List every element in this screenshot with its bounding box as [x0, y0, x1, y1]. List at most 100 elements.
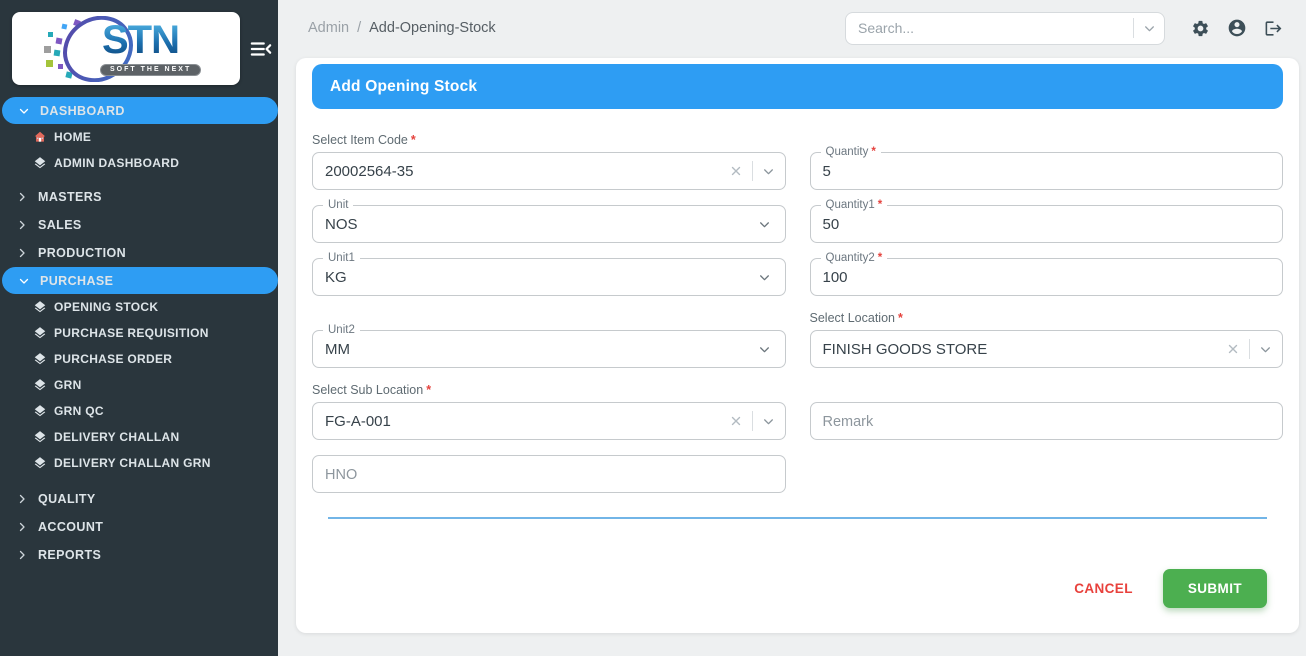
sidebar-item-label: MASTERS	[38, 190, 102, 204]
sidebar-item-account[interactable]: ACCOUNT	[0, 513, 278, 541]
sidebar-item-label: GRN	[54, 378, 82, 392]
top-bar: Admin / Add-Opening-Stock	[278, 0, 1306, 56]
chevron-down-icon[interactable]	[762, 415, 775, 428]
unit2-select[interactable]: Unit2	[312, 330, 786, 368]
sidebar-item-home[interactable]: HOME	[0, 124, 278, 150]
sidebar-item-dashboard[interactable]: DASHBOARD	[2, 97, 278, 124]
home-icon	[33, 130, 47, 144]
sidebar-item-grn-qc[interactable]: GRN QC	[0, 398, 278, 424]
sub-location-select[interactable]	[312, 402, 786, 440]
quantity1-label: Quantity1*	[821, 198, 888, 212]
quantity1-field[interactable]: Quantity1*	[810, 205, 1284, 243]
quantity-field[interactable]: Quantity*	[810, 152, 1284, 190]
sidebar-item-label: HOME	[54, 130, 91, 144]
chevron-down-icon[interactable]	[758, 271, 771, 284]
sidebar-item-grn[interactable]: GRN	[0, 372, 278, 398]
sidebar-item-reports[interactable]: REPORTS	[0, 541, 278, 569]
location-label: Select Location*	[810, 311, 1284, 325]
chevron-down-icon	[18, 105, 30, 117]
sidebar-item-purchase[interactable]: PURCHASE	[2, 267, 278, 294]
unit2-label: Unit2	[323, 323, 360, 337]
company-logo: STN SOFT THE NEXT	[12, 12, 240, 85]
divider	[752, 411, 753, 431]
location-select[interactable]	[810, 330, 1284, 368]
sidebar-item-label: SALES	[38, 218, 82, 232]
breadcrumb: Admin / Add-Opening-Stock	[308, 20, 496, 36]
search-input[interactable]	[846, 20, 1133, 36]
unit1-label: Unit1	[323, 251, 360, 265]
sidebar-item-opening-stock[interactable]: OPENING STOCK	[0, 294, 278, 320]
unit-select[interactable]: Unit	[312, 205, 786, 243]
chevron-down-icon[interactable]	[1259, 343, 1272, 356]
clear-icon[interactable]	[729, 164, 743, 178]
sidebar-item-sales[interactable]: SALES	[0, 211, 278, 239]
layers-icon	[33, 378, 47, 392]
sidebar-item-label: PURCHASE	[40, 274, 113, 288]
logo-tagline: SOFT THE NEXT	[100, 64, 201, 76]
sidebar: STN SOFT THE NEXT DASHBOARD HOME ADMIN D…	[0, 0, 278, 656]
settings-gear-icon[interactable]	[1191, 19, 1210, 38]
logo-graphic: STN SOFT THE NEXT	[40, 18, 230, 80]
sidebar-item-label: GRN QC	[54, 404, 104, 418]
location-input[interactable]	[811, 341, 1223, 358]
chevron-down-icon[interactable]	[758, 218, 771, 231]
unit1-select[interactable]: Unit1	[312, 258, 786, 296]
sidebar-item-purchase-order[interactable]: PURCHASE ORDER	[0, 346, 278, 372]
sidebar-item-label: PURCHASE REQUISITION	[54, 326, 209, 340]
clear-icon[interactable]	[1226, 342, 1240, 356]
quantity-label: Quantity*	[821, 145, 881, 159]
sidebar-item-label: OPENING STOCK	[54, 300, 158, 314]
item-code-label: Select Item Code*	[312, 133, 786, 147]
logout-icon[interactable]	[1264, 19, 1283, 38]
layers-icon	[33, 456, 47, 470]
remark-input[interactable]	[811, 413, 1273, 430]
quantity2-label: Quantity2*	[821, 251, 888, 265]
sub-location-input[interactable]	[313, 413, 725, 430]
sidebar-item-quality[interactable]: QUALITY	[0, 485, 278, 513]
topbar-actions	[1191, 18, 1283, 38]
sidebar-item-label: DELIVERY CHALLAN GRN	[54, 456, 211, 470]
sidebar-item-production[interactable]: PRODUCTION	[0, 239, 278, 267]
chevron-right-icon	[16, 247, 28, 259]
quantity2-input[interactable]	[811, 269, 1273, 286]
sidebar-item-delivery-challan-grn[interactable]: DELIVERY CHALLAN GRN	[0, 450, 278, 476]
remark-field[interactable]	[810, 402, 1284, 440]
chevron-down-icon[interactable]	[758, 343, 771, 356]
sidebar-item-admin-dashboard[interactable]: ADMIN DASHBOARD	[0, 150, 278, 176]
item-code-input[interactable]	[313, 163, 725, 180]
unit1-input[interactable]	[313, 269, 758, 286]
chevron-right-icon	[16, 219, 28, 231]
unit2-input[interactable]	[313, 341, 758, 358]
breadcrumb-separator: /	[357, 20, 361, 36]
unit-input[interactable]	[313, 216, 758, 233]
item-code-select[interactable]	[312, 152, 786, 190]
cancel-button[interactable]: CANCEL	[1056, 571, 1151, 606]
hno-field[interactable]	[312, 455, 786, 493]
chevron-down-icon[interactable]	[1134, 22, 1164, 35]
chevron-right-icon	[16, 549, 28, 561]
account-user-icon[interactable]	[1227, 18, 1247, 38]
chevron-down-icon	[18, 275, 30, 287]
quantity1-input[interactable]	[811, 216, 1273, 233]
breadcrumb-section[interactable]: Admin	[308, 20, 349, 36]
layers-icon	[33, 300, 47, 314]
submit-button[interactable]: SUBMIT	[1163, 569, 1267, 608]
sidebar-item-label: DASHBOARD	[40, 104, 125, 118]
sidebar-nav: DASHBOARD HOME ADMIN DASHBOARD MASTERS S…	[0, 97, 278, 656]
sidebar-header: STN SOFT THE NEXT	[0, 0, 278, 97]
quantity2-field[interactable]: Quantity2*	[810, 258, 1284, 296]
chevron-down-icon[interactable]	[762, 165, 775, 178]
sidebar-item-masters[interactable]: MASTERS	[0, 183, 278, 211]
layers-icon	[33, 352, 47, 366]
quantity-input[interactable]	[811, 163, 1273, 180]
sidebar-item-delivery-challan[interactable]: DELIVERY CHALLAN	[0, 424, 278, 450]
sub-location-label: Select Sub Location*	[312, 383, 786, 397]
sidebar-item-purchase-requisition[interactable]: PURCHASE REQUISITION	[0, 320, 278, 346]
breadcrumb-page: Add-Opening-Stock	[369, 20, 496, 36]
chevron-right-icon	[16, 191, 28, 203]
sidebar-item-label: ADMIN DASHBOARD	[54, 156, 179, 170]
sidebar-collapse-icon[interactable]	[250, 39, 272, 59]
global-search[interactable]	[845, 12, 1165, 45]
hno-input[interactable]	[313, 466, 775, 483]
clear-icon[interactable]	[729, 414, 743, 428]
